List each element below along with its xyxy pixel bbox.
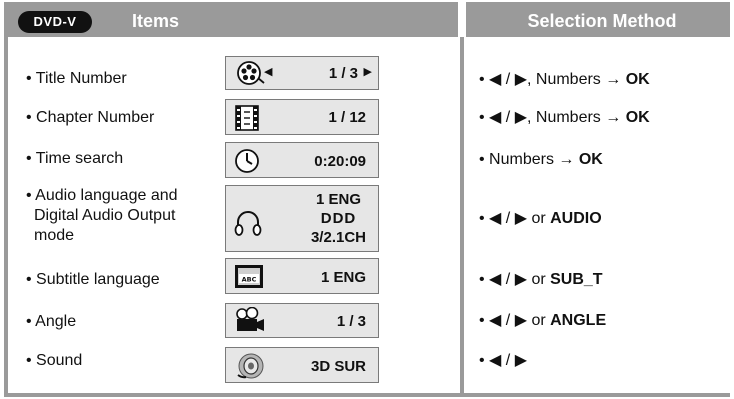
- chapter-number-method: • ◀ / ▶, Numbers → OK: [479, 108, 650, 128]
- film-reel-icon: [237, 61, 265, 85]
- label-line: mode: [34, 227, 75, 244]
- method-text: • ◀ / ▶, Numbers →: [479, 109, 626, 126]
- subtitle-language-display: ABC 1 ENG: [225, 258, 379, 294]
- method-text: • Numbers →: [479, 151, 579, 168]
- angle-display: 1 / 3: [225, 303, 379, 338]
- method-text: • ◀ / ▶ or: [479, 312, 551, 329]
- method-text: • ◀ / ▶ or: [479, 210, 551, 227]
- method-key: SUB_T: [550, 271, 603, 288]
- table-header: DVD-V Items Selection Method: [4, 2, 730, 37]
- method-text: • ◀ / ▶ or: [479, 271, 551, 288]
- angle-method: • ◀ / ▶ or ANGLE: [479, 311, 606, 331]
- method-key: ANGLE: [550, 312, 607, 329]
- header-divider: [458, 2, 466, 37]
- method-key: AUDIO: [550, 210, 602, 227]
- method-key: OK: [625, 109, 650, 126]
- bottom-border: [4, 393, 730, 397]
- title-number-value: 1 / 3: [328, 65, 358, 82]
- time-search-label: • Time search: [26, 150, 124, 167]
- title-left-arrow-icon: ◀: [264, 66, 273, 78]
- subtitle-language-value: 1 ENG: [320, 269, 366, 286]
- dvd-display-table: DVD-V Items Selection Method • Title Num…: [0, 0, 734, 399]
- method-text: • ◀ / ▶: [479, 352, 527, 369]
- audio-language-method: • ◀ / ▶ or AUDIO: [479, 209, 602, 229]
- method-text: • ◀ / ▶, Numbers →: [479, 71, 626, 88]
- time-search-value: 0:20:09: [314, 153, 366, 170]
- subtitle-language-method: • ◀ / ▶ or SUB_T: [479, 270, 603, 290]
- clock-icon: [235, 149, 259, 173]
- column-divider: [460, 37, 464, 397]
- speaker-icon: [237, 353, 264, 379]
- audio-digital-output-value: DDD: [320, 210, 357, 227]
- label-line: Digital Audio Output: [34, 207, 176, 224]
- film-strip-icon: [235, 105, 259, 131]
- sound-value: 3D SUR: [310, 358, 366, 375]
- items-column-title: Items: [132, 11, 180, 31]
- audio-channel-value: 3/2.1CH: [310, 229, 366, 246]
- time-search-display: 0:20:09: [225, 142, 379, 178]
- sound-label: • Sound: [26, 352, 83, 369]
- left-border: [4, 37, 8, 397]
- title-number-label: • Title Number: [26, 70, 127, 87]
- chapter-number-display: 1 / 12: [225, 99, 379, 135]
- sound-display: 3D SUR: [225, 347, 379, 383]
- audio-language-display: 1 ENG DDD 3/2.1CH: [225, 185, 379, 252]
- time-search-method: • Numbers → OK: [479, 150, 603, 170]
- movie-camera-icon: [236, 307, 264, 331]
- subtitle-icon-text: ABC: [242, 276, 257, 284]
- title-number-display: ◀ 1 / 3 ▶: [225, 56, 379, 90]
- sound-method: • ◀ / ▶: [479, 351, 527, 371]
- chapter-number-label: • Chapter Number: [26, 109, 155, 126]
- title-right-arrow-icon: ▶: [363, 66, 372, 78]
- title-number-method: • ◀ / ▶, Numbers → OK: [479, 70, 650, 90]
- audio-language-values: 1 ENG DDD 3/2.1CH: [311, 190, 366, 247]
- subtitle-language-label: • Subtitle language: [26, 271, 160, 288]
- audio-language-value: 1 ENG: [315, 191, 361, 208]
- angle-value: 1 / 3: [336, 313, 366, 330]
- headphones-icon: [234, 211, 262, 236]
- chapter-number-value: 1 / 12: [328, 109, 366, 126]
- angle-label: • Angle: [26, 313, 77, 330]
- method-key: OK: [625, 71, 650, 88]
- label-line: • Audio language and: [26, 187, 178, 204]
- method-key: OK: [578, 151, 603, 168]
- audio-language-label: • Audio language and Digital Audio Outpu…: [26, 186, 178, 246]
- dvd-video-badge: DVD-V: [18, 11, 92, 33]
- selection-method-column-title: Selection Method: [527, 11, 677, 31]
- subtitle-abc-icon: ABC: [235, 265, 263, 288]
